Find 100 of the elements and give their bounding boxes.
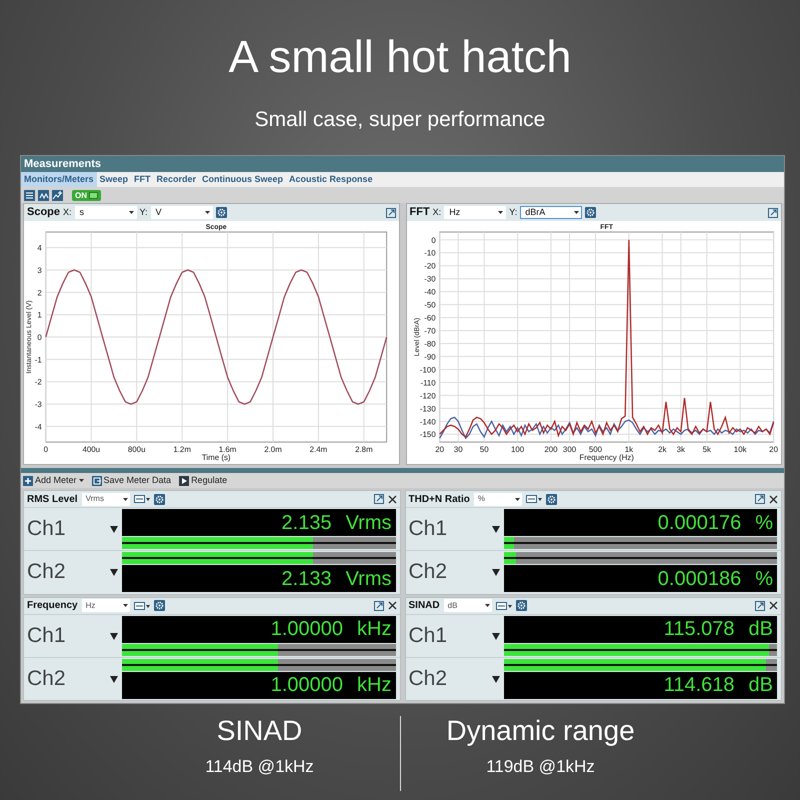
tab[interactable]: Acoustic Response bbox=[286, 172, 376, 187]
toolbar-button[interactable]: Save Meter Data bbox=[92, 474, 172, 488]
y-tick-label: -10 bbox=[424, 248, 436, 258]
y-tick-label: -120 bbox=[419, 391, 436, 400]
tab[interactable]: Continuous Sweep bbox=[199, 172, 286, 187]
dropdown-arrow-icon[interactable] bbox=[110, 632, 118, 640]
unit-select[interactable]: Hz bbox=[82, 599, 130, 612]
settings-icon[interactable] bbox=[216, 207, 227, 218]
popout-icon[interactable] bbox=[755, 494, 765, 504]
channel-label: Ch1 bbox=[408, 622, 448, 649]
channel-label: Ch2 bbox=[26, 559, 67, 586]
display-menu-icon[interactable] bbox=[526, 494, 542, 504]
display-menu-icon[interactable] bbox=[496, 600, 512, 610]
meter-unit: dB bbox=[748, 619, 773, 639]
meter-value: 0.000186 bbox=[658, 568, 742, 588]
caret-icon bbox=[204, 211, 210, 214]
tab[interactable]: Recorder bbox=[154, 172, 200, 187]
close-icon[interactable] bbox=[769, 494, 778, 504]
settings-icon[interactable] bbox=[585, 207, 596, 218]
popout-icon[interactable] bbox=[374, 494, 384, 504]
y-tick-label: -3 bbox=[34, 400, 42, 410]
y-tick-label: -80 bbox=[424, 340, 436, 348]
y-tick-label: -110 bbox=[420, 378, 436, 388]
x-tick-label: 50 bbox=[479, 444, 488, 454]
x-tick-label: 800u bbox=[128, 444, 146, 454]
settings-icon[interactable] bbox=[546, 494, 557, 504]
toolbar-button[interactable]: Regulate bbox=[179, 474, 228, 488]
y-tick-label: -1 bbox=[34, 355, 42, 364]
window-title: Measurements bbox=[21, 156, 784, 172]
tab[interactable]: FFT bbox=[131, 172, 154, 187]
meter-value: 2.133 bbox=[282, 568, 332, 588]
settings-icon[interactable] bbox=[516, 600, 527, 611]
unit-select[interactable]: s bbox=[74, 206, 137, 219]
close-icon[interactable] bbox=[388, 601, 396, 610]
y-tick-label: 0 bbox=[430, 236, 436, 245]
dropdown-arrow-icon[interactable] bbox=[492, 525, 500, 533]
channel-label: Ch1 bbox=[26, 516, 67, 542]
axis-label: Y: bbox=[509, 206, 518, 219]
toolbar-button[interactable]: Add Meter bbox=[23, 474, 84, 488]
dropdown-arrow-icon[interactable] bbox=[492, 632, 500, 640]
unit-select[interactable]: dB bbox=[444, 599, 492, 612]
y-tick-label: 3 bbox=[37, 266, 42, 275]
settings-icon[interactable] bbox=[154, 600, 165, 611]
tab[interactable]: Monitors/Meters bbox=[21, 172, 97, 187]
y-tick-label: -20 bbox=[424, 262, 436, 271]
close-icon[interactable] bbox=[388, 494, 396, 504]
x-axis-label: Frequency (Hz) bbox=[578, 452, 634, 462]
x-tick-label: 1.2m bbox=[173, 444, 191, 454]
y-tick-label: 1 bbox=[37, 310, 42, 320]
dropdown-arrow-icon[interactable] bbox=[110, 674, 118, 682]
plus-icon bbox=[23, 476, 33, 486]
meter-unit: kHz bbox=[357, 675, 392, 695]
meter-value: 1.00000 bbox=[270, 675, 344, 695]
axis-label: X: bbox=[63, 206, 72, 219]
channel-label: Ch2 bbox=[408, 666, 448, 692]
caret-icon bbox=[128, 211, 134, 214]
chart-add-icon[interactable] bbox=[52, 190, 63, 200]
list-icon[interactable] bbox=[24, 190, 35, 200]
spec-detail: 119dB @1kHz bbox=[486, 756, 595, 778]
settings-icon[interactable] bbox=[154, 494, 165, 504]
meter-value: 114.618 bbox=[664, 675, 735, 695]
close-icon[interactable] bbox=[769, 601, 778, 610]
display-menu-icon[interactable] bbox=[134, 494, 150, 504]
display-menu-icon[interactable] bbox=[134, 600, 150, 610]
dropdown-arrow-icon[interactable] bbox=[492, 568, 500, 576]
meter-value: 115.078 bbox=[664, 619, 735, 639]
popout-icon[interactable] bbox=[755, 600, 765, 610]
y-tick-label: -30 bbox=[424, 274, 436, 284]
meter-unit: kHz bbox=[357, 619, 392, 639]
play-icon bbox=[179, 476, 190, 486]
unit-select[interactable]: Hz bbox=[444, 206, 506, 219]
y-tick-label: -150 bbox=[419, 430, 436, 440]
x-tick-label: 100 bbox=[510, 444, 524, 454]
dropdown-arrow-icon[interactable] bbox=[110, 568, 118, 576]
unit-select[interactable]: V bbox=[150, 206, 213, 219]
meter-icon[interactable] bbox=[38, 190, 49, 200]
unit-select[interactable]: dBrA bbox=[520, 206, 582, 219]
caret-icon bbox=[514, 498, 520, 500]
channel-label: Ch2 bbox=[26, 666, 67, 692]
popout-icon[interactable] bbox=[768, 208, 778, 218]
dropdown-arrow-icon[interactable] bbox=[110, 525, 118, 533]
popout-icon[interactable] bbox=[374, 600, 384, 610]
caret-icon bbox=[122, 604, 128, 607]
y-tick-label: -130 bbox=[419, 404, 436, 414]
meter-unit: Vrms bbox=[346, 568, 392, 588]
unit-select[interactable]: % bbox=[474, 492, 522, 506]
tab[interactable]: Sweep bbox=[96, 172, 132, 187]
x-tick-label: 5k bbox=[702, 444, 710, 454]
x-tick-label: 20 bbox=[434, 444, 444, 454]
y-tick-label: -2 bbox=[34, 378, 42, 387]
dropdown-arrow-icon[interactable] bbox=[492, 674, 500, 682]
popout-icon[interactable] bbox=[386, 208, 396, 218]
caret-icon bbox=[78, 479, 84, 482]
y-tick-label: -4 bbox=[34, 422, 42, 432]
meter-value: 1.00000 bbox=[270, 619, 344, 639]
unit-select[interactable]: Vrms bbox=[82, 492, 130, 506]
channel-label: Ch1 bbox=[408, 516, 448, 542]
x-tick-label: 200 bbox=[544, 444, 558, 454]
subheadline: Small case, super performance bbox=[254, 107, 546, 133]
x-tick-label: 10k bbox=[733, 444, 746, 454]
